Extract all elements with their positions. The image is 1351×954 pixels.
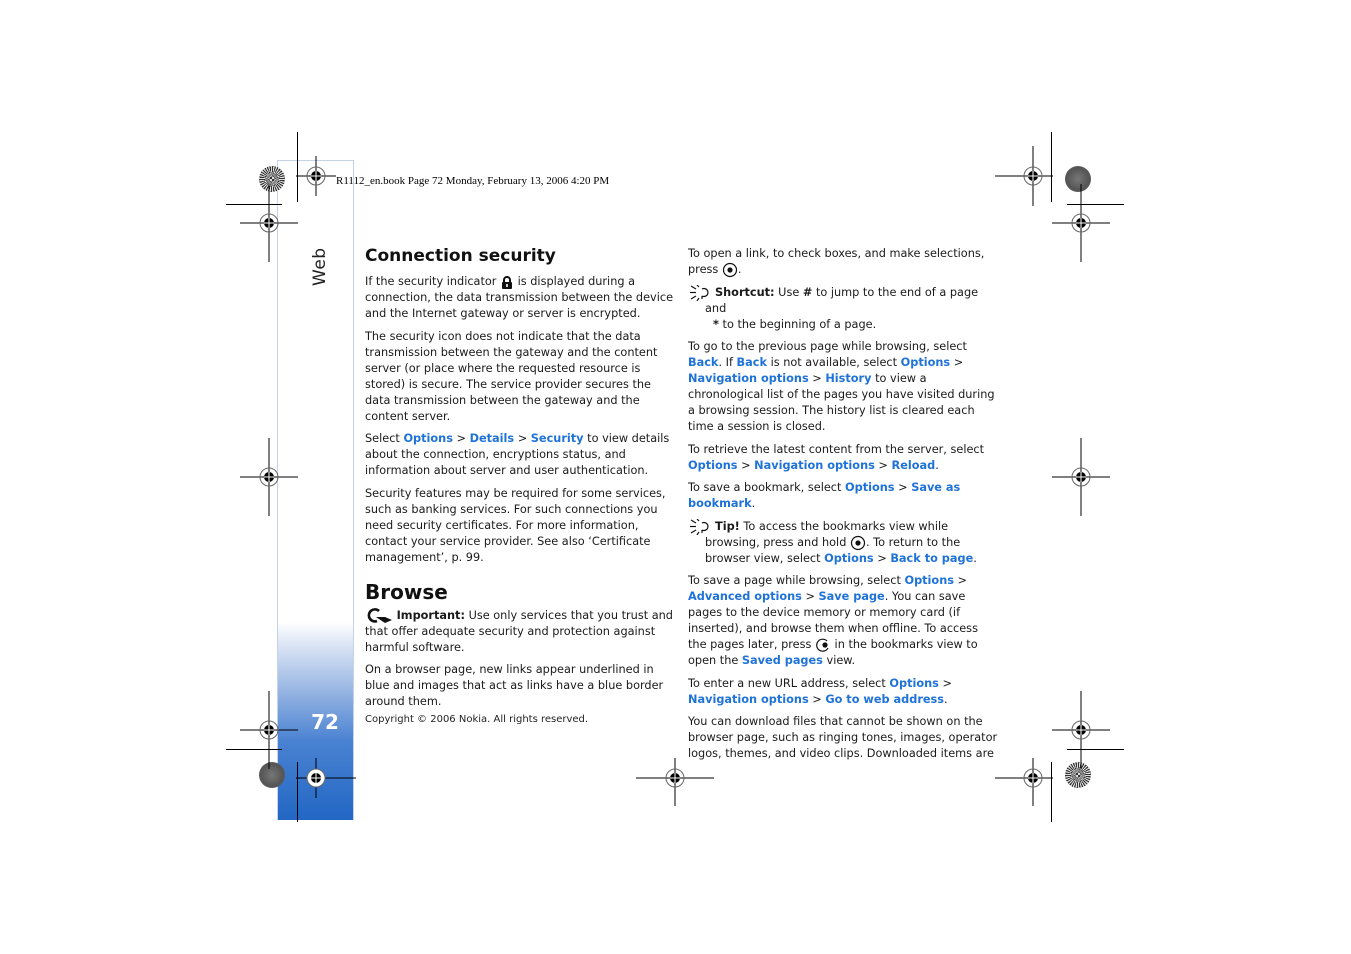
copyright-footer: Copyright © 2006 Nokia. All rights reser… <box>365 714 589 725</box>
text: To save a page while browsing, select <box>688 574 905 587</box>
registration-target-icon <box>296 156 336 196</box>
paragraph: To save a bookmark, select Options > Sav… <box>688 480 1000 512</box>
paragraph: You can download files that cannot be sh… <box>688 715 998 760</box>
registration-target-icon <box>1052 184 1110 262</box>
tip-label: Tip! <box>715 519 740 533</box>
section-label: Web <box>306 246 336 290</box>
menu-ref-back-to-page: Back to page <box>890 551 974 565</box>
text: If the security indicator <box>365 275 501 288</box>
paragraph: The security icon does not indicate that… <box>365 329 658 423</box>
menu-ref-save-page: Save page <box>818 590 885 603</box>
separator: > <box>801 590 819 603</box>
paragraph: On a browser page, new links appear unde… <box>365 663 664 708</box>
menu-ref-back: Back <box>688 356 719 369</box>
text: to the beginning of a page. <box>718 317 877 331</box>
print-header: R1112_en.book Page 72 Monday, February 1… <box>336 175 610 187</box>
important-note: Important: Use only services that you tr… <box>365 607 675 656</box>
paragraph: To retrieve the latest content from the … <box>688 442 1000 474</box>
menu-ref-details: Details <box>469 432 515 445</box>
registration-target-icon <box>240 184 298 262</box>
text: Select <box>365 432 404 445</box>
text: . <box>751 497 756 510</box>
lightbulb-icon <box>690 284 709 301</box>
registration-target-icon <box>240 691 298 769</box>
menu-ref-options: Options <box>824 551 874 565</box>
registration-target-icon <box>1052 438 1110 516</box>
heading-connection-security: Connection security <box>365 246 556 266</box>
menu-ref-options: Options <box>889 676 939 690</box>
text: . <box>737 263 742 276</box>
section-label-text: Web <box>310 247 330 286</box>
separator: > <box>894 481 912 494</box>
menu-ref-history: History <box>825 372 872 385</box>
text: is not available, select <box>767 356 901 369</box>
text: To enter a new URL address, select <box>688 676 890 690</box>
heading-browse: Browse <box>365 579 448 604</box>
menu-ref-options: Options <box>845 481 895 494</box>
separator: > <box>808 372 826 385</box>
paragraph: To save a page while browsing, select Op… <box>688 573 1000 669</box>
separator: > <box>873 551 891 565</box>
separator: > <box>938 676 952 690</box>
page-number: 72 <box>311 710 339 734</box>
text: Use <box>774 285 803 299</box>
menu-ref-reload: Reload <box>891 458 936 472</box>
menu-ref-options: Options <box>403 432 453 445</box>
separator: > <box>514 432 531 445</box>
paragraph: To enter a new URL address, select Optio… <box>688 676 1000 708</box>
text: To save a bookmark, select <box>688 481 846 494</box>
paragraph: To go to the previous page while browsin… <box>688 339 1000 435</box>
paragraph: Security features may be required for so… <box>365 486 666 564</box>
registration-target-icon <box>1052 691 1110 769</box>
paragraph: If the security indicator is displayed d… <box>365 274 675 322</box>
separator: > <box>808 692 826 706</box>
menu-ref-navigation-options: Navigation options <box>754 458 875 472</box>
text: To go to the previous page while browsin… <box>688 340 967 353</box>
tip-note: Tip! To access the bookmarks view while … <box>688 518 1000 567</box>
text: . <box>944 692 948 706</box>
registration-target-icon <box>995 146 1053 206</box>
select-key-icon <box>850 535 866 550</box>
important-label: Important: <box>396 608 465 622</box>
menu-ref-security: Security <box>530 432 584 445</box>
lock-icon <box>502 275 513 289</box>
shortcut-label: Shortcut: <box>715 285 775 299</box>
menu-ref-advanced-options: Advanced options <box>688 590 802 603</box>
separator: > <box>737 458 755 472</box>
text: . If <box>718 356 737 369</box>
lightbulb-icon <box>690 518 709 535</box>
menu-ref-back: Back <box>736 356 767 369</box>
text: . <box>935 458 939 472</box>
hash-key-icon: # <box>802 285 813 299</box>
paragraph: To open a link, to check boxes, and make… <box>688 246 1000 278</box>
menu-ref-navigation-options: Navigation options <box>688 372 809 385</box>
menu-ref-options: Options <box>900 356 951 369</box>
menu-ref-saved-pages: Saved pages <box>741 654 823 667</box>
select-key-icon <box>722 262 737 278</box>
text: . <box>973 551 977 565</box>
separator: > <box>953 574 968 587</box>
registration-target-icon <box>296 758 356 798</box>
separator: > <box>452 432 470 445</box>
separator: > <box>874 458 892 472</box>
registration-target-icon <box>240 438 298 516</box>
registration-target-icon <box>995 758 1053 806</box>
important-icon <box>367 607 392 623</box>
shortcut-note: Shortcut: Use # to jump to the end of a … <box>688 284 1000 333</box>
right-column: To open a link, to check boxes, and make… <box>688 246 1000 769</box>
menu-ref-navigation-options: Navigation options <box>688 692 809 706</box>
separator: > <box>950 356 964 369</box>
menu-ref-options: Options <box>688 458 738 472</box>
left-column: Connection security If the security indi… <box>365 246 675 717</box>
paragraph: Select Options > Details > Security to v… <box>365 431 675 479</box>
menu-ref-options: Options <box>904 574 954 587</box>
joystick-right-icon <box>816 638 829 652</box>
text: view. <box>822 654 856 667</box>
menu-ref-go-to-web-address: Go to web address <box>825 692 944 706</box>
text: To retrieve the latest content from the … <box>688 442 985 456</box>
